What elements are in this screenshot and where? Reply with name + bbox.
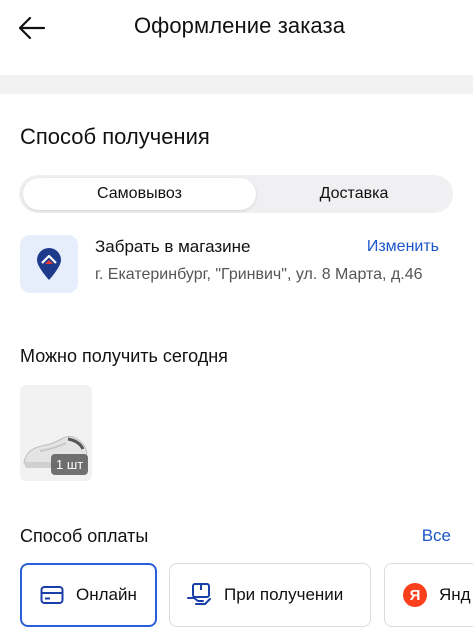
page-title: Оформление заказа: [133, 13, 346, 38]
store-title: Забрать в магазине: [95, 237, 251, 256]
payment-all-link[interactable]: Все: [422, 526, 451, 546]
payment-online-label: Онлайн: [76, 585, 137, 604]
receive-method-switch: Самовывоз Доставка: [19, 175, 453, 213]
package-icon: [187, 583, 211, 605]
payment-on-receive-label: При получении: [224, 585, 344, 604]
tab-delivery[interactable]: Доставка: [259, 178, 449, 210]
credit-card-icon: [40, 586, 64, 604]
available-today-title: Можно получить сегодня: [20, 346, 228, 366]
tab-pickup[interactable]: Самовывоз: [23, 178, 256, 210]
store-address: г. Екатеринбург, "Гринвич", ул. 8 Марта,…: [95, 266, 423, 283]
payment-yandex-label: Янд: [439, 585, 471, 604]
store-icon-box: [20, 235, 78, 293]
payment-online-option[interactable]: Онлайн: [20, 563, 157, 627]
payment-yandex-option[interactable]: Я Янд: [384, 563, 473, 627]
section-divider: [0, 75, 473, 94]
change-store-link[interactable]: Изменить: [367, 238, 439, 256]
yandex-logo-icon: Я: [403, 583, 427, 607]
receive-method-title: Способ получения: [20, 124, 210, 149]
map-pin-icon: [37, 248, 61, 280]
payment-on-receive-option[interactable]: При получении: [169, 563, 371, 627]
header: Оформление заказа: [0, 0, 473, 58]
product-thumbnail[interactable]: 1 шт: [20, 385, 92, 481]
quantity-badge: 1 шт: [51, 454, 89, 475]
payment-method-title: Способ оплаты: [20, 526, 149, 546]
